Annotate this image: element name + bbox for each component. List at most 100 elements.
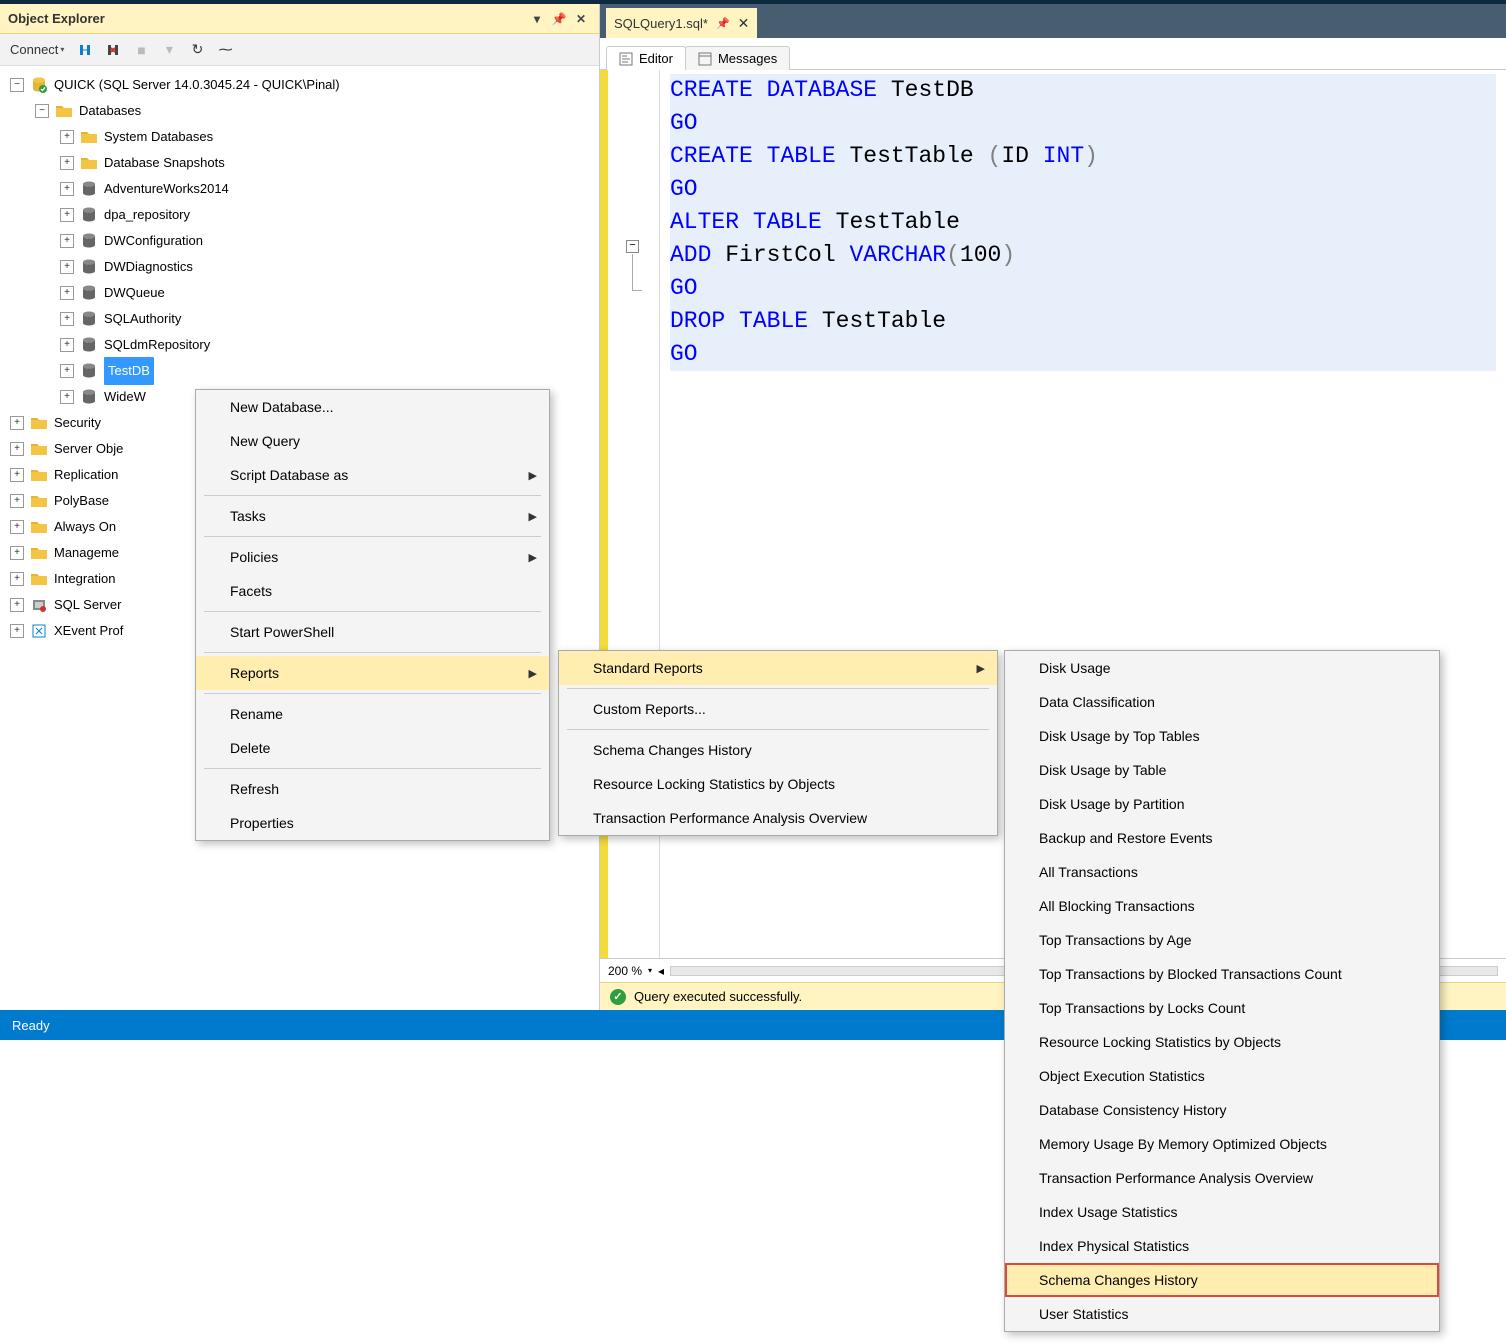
menu-item-schema-changes-history[interactable]: Schema Changes History <box>559 733 997 767</box>
expander-icon[interactable]: + <box>10 520 24 534</box>
expander-icon[interactable]: + <box>10 494 24 508</box>
menu-item-all-transactions[interactable]: All Transactions <box>1005 855 1439 889</box>
tab-editor[interactable]: Editor <box>606 46 686 70</box>
menu-item-resource-locking-statistics-by-objects[interactable]: Resource Locking Statistics by Objects <box>1005 1025 1439 1059</box>
code-line[interactable]: GO <box>670 107 1496 140</box>
menu-item-new-database[interactable]: New Database... <box>196 390 549 424</box>
menu-item-memory-usage-by-memory-optimized-objects[interactable]: Memory Usage By Memory Optimized Objects <box>1005 1127 1439 1161</box>
pin-icon[interactable]: 📌 <box>716 17 730 30</box>
expander-icon[interactable]: − <box>35 104 49 118</box>
tab-sqlquery1[interactable]: SQLQuery1.sql* 📌 ✕ <box>606 8 757 38</box>
menu-item-all-blocking-transactions[interactable]: All Blocking Transactions <box>1005 889 1439 923</box>
menu-item-schema-changes-history[interactable]: Schema Changes History <box>1005 1263 1439 1297</box>
expander-icon[interactable]: − <box>10 78 24 92</box>
menu-item-transaction-performance-analysis-overview[interactable]: Transaction Performance Analysis Overvie… <box>1005 1161 1439 1195</box>
expander-icon[interactable]: + <box>60 338 74 352</box>
expander-icon[interactable]: + <box>10 546 24 560</box>
expander-icon[interactable]: + <box>60 364 74 378</box>
menu-item-new-query[interactable]: New Query <box>196 424 549 458</box>
tree-node-databases[interactable]: −Databases <box>0 98 599 124</box>
code-line[interactable]: CREATE DATABASE TestDB <box>670 74 1496 107</box>
menu-item-script-database-as[interactable]: Script Database as▶ <box>196 458 549 492</box>
menu-item-policies[interactable]: Policies▶ <box>196 540 549 574</box>
menu-item-top-transactions-by-age[interactable]: Top Transactions by Age <box>1005 923 1439 957</box>
expander-icon[interactable]: + <box>60 182 74 196</box>
menu-item-properties[interactable]: Properties <box>196 806 549 840</box>
menu-item-rename[interactable]: Rename <box>196 697 549 731</box>
connect-button[interactable]: Connect ▾ <box>6 40 68 59</box>
menu-item-tasks[interactable]: Tasks▶ <box>196 499 549 533</box>
scroll-left-icon[interactable]: ◂ <box>658 964 664 978</box>
tree-node-db-sqldmrepository[interactable]: +SQLdmRepository <box>0 332 599 358</box>
context-menu-database[interactable]: New Database...New QueryScript Database … <box>195 389 550 841</box>
menu-item-data-classification[interactable]: Data Classification <box>1005 685 1439 719</box>
expander-icon[interactable]: + <box>60 286 74 300</box>
filter-icon[interactable]: ▾ <box>158 39 180 61</box>
close-icon[interactable]: ✕ <box>571 9 591 29</box>
menu-item-start-powershell[interactable]: Start PowerShell <box>196 615 549 649</box>
menu-item-standard-reports[interactable]: Standard Reports▶ <box>559 651 997 685</box>
expander-icon[interactable]: + <box>60 390 74 404</box>
expander-icon[interactable]: + <box>60 208 74 222</box>
chevron-down-icon[interactable]: ▾ <box>648 966 652 975</box>
menu-item-facets[interactable]: Facets <box>196 574 549 608</box>
code-line[interactable]: DROP TABLE TestTable <box>670 305 1496 338</box>
code-line[interactable]: GO <box>670 272 1496 305</box>
fold-toggle[interactable]: − <box>626 240 639 253</box>
menu-item-disk-usage-by-partition[interactable]: Disk Usage by Partition <box>1005 787 1439 821</box>
stop-icon[interactable]: ■ <box>130 39 152 61</box>
expander-icon[interactable]: + <box>60 312 74 326</box>
menu-item-disk-usage[interactable]: Disk Usage <box>1005 651 1439 685</box>
tree-node-db-dpa_repository[interactable]: +dpa_repository <box>0 202 599 228</box>
zoom-value[interactable]: 200 % <box>608 964 642 978</box>
tree-node-server[interactable]: −QUICK (SQL Server 14.0.3045.24 - QUICK\… <box>0 72 599 98</box>
menu-item-refresh[interactable]: Refresh <box>196 772 549 806</box>
expander-icon[interactable]: + <box>60 260 74 274</box>
expander-icon[interactable]: + <box>10 468 24 482</box>
tree-node-database-snapshots[interactable]: +Database Snapshots <box>0 150 599 176</box>
code-line[interactable]: CREATE TABLE TestTable (ID INT) <box>670 140 1496 173</box>
tree-node-system-databases[interactable]: +System Databases <box>0 124 599 150</box>
tree-node-db-sqlauthority[interactable]: +SQLAuthority <box>0 306 599 332</box>
tree-node-db-dwqueue[interactable]: +DWQueue <box>0 280 599 306</box>
menu-item-index-usage-statistics[interactable]: Index Usage Statistics <box>1005 1195 1439 1229</box>
expander-icon[interactable]: + <box>10 624 24 638</box>
code-line[interactable]: GO <box>670 173 1496 206</box>
pin-icon[interactable]: 📌 <box>549 9 569 29</box>
menu-item-custom-reports[interactable]: Custom Reports... <box>559 692 997 726</box>
expander-icon[interactable]: + <box>10 572 24 586</box>
activity-icon[interactable]: ⁓ <box>214 39 236 61</box>
dropdown-icon[interactable]: ▾ <box>527 9 547 29</box>
menu-item-transaction-performance-analysis-overview[interactable]: Transaction Performance Analysis Overvie… <box>559 801 997 835</box>
menu-item-backup-and-restore-events[interactable]: Backup and Restore Events <box>1005 821 1439 855</box>
expander-icon[interactable]: + <box>10 442 24 456</box>
menu-item-resource-locking-statistics-by-objects[interactable]: Resource Locking Statistics by Objects <box>559 767 997 801</box>
menu-item-top-transactions-by-blocked-transactions-count[interactable]: Top Transactions by Blocked Transactions… <box>1005 957 1439 991</box>
connect-object-explorer-icon[interactable] <box>74 39 96 61</box>
menu-item-disk-usage-by-table[interactable]: Disk Usage by Table <box>1005 753 1439 787</box>
tree-node-db-testdb[interactable]: +TestDB <box>0 358 599 384</box>
tree-node-db-adventureworks2014[interactable]: +AdventureWorks2014 <box>0 176 599 202</box>
code-line[interactable]: ADD FirstCol VARCHAR(100) <box>670 239 1496 272</box>
tree-node-db-dwdiagnostics[interactable]: +DWDiagnostics <box>0 254 599 280</box>
menu-item-top-transactions-by-locks-count[interactable]: Top Transactions by Locks Count <box>1005 991 1439 1025</box>
expander-icon[interactable]: + <box>60 156 74 170</box>
close-icon[interactable]: ✕ <box>738 15 750 32</box>
disconnect-icon[interactable] <box>102 39 124 61</box>
expander-icon[interactable]: + <box>60 130 74 144</box>
tree-node-db-dwconfiguration[interactable]: +DWConfiguration <box>0 228 599 254</box>
menu-item-user-statistics[interactable]: User Statistics <box>1005 1297 1439 1331</box>
expander-icon[interactable]: + <box>10 598 24 612</box>
expander-icon[interactable]: + <box>10 416 24 430</box>
context-menu-standard-reports[interactable]: Disk UsageData ClassificationDisk Usage … <box>1004 650 1440 1332</box>
refresh-icon[interactable]: ↻ <box>186 39 208 61</box>
expander-icon[interactable]: + <box>60 234 74 248</box>
menu-item-disk-usage-by-top-tables[interactable]: Disk Usage by Top Tables <box>1005 719 1439 753</box>
menu-item-database-consistency-history[interactable]: Database Consistency History <box>1005 1093 1439 1127</box>
menu-item-index-physical-statistics[interactable]: Index Physical Statistics <box>1005 1229 1439 1263</box>
tab-messages[interactable]: Messages <box>685 46 790 70</box>
context-menu-reports[interactable]: Standard Reports▶ Custom Reports... Schema… <box>558 650 998 836</box>
menu-item-delete[interactable]: Delete <box>196 731 549 765</box>
code-line[interactable]: ALTER TABLE TestTable <box>670 206 1496 239</box>
menu-item-object-execution-statistics[interactable]: Object Execution Statistics <box>1005 1059 1439 1093</box>
